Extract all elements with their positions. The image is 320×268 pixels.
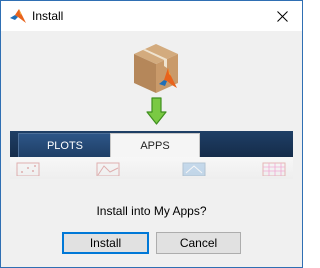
install-button[interactable]: Install xyxy=(62,232,149,254)
surface-plot-icon xyxy=(182,162,206,176)
area-plot-icon xyxy=(96,162,120,176)
title-bar: Install xyxy=(1,1,302,31)
install-dialog: Install PLOTS APPS Install into My Apps?… xyxy=(0,0,303,268)
toolstrip-tabs: PLOTS APPS xyxy=(10,131,293,157)
package-box-icon xyxy=(134,44,178,93)
mesh-plot-icon xyxy=(262,162,286,176)
tab-apps-label: APPS xyxy=(140,139,170,152)
toolstrip-ribbon xyxy=(10,157,293,179)
cancel-button[interactable]: Cancel xyxy=(156,232,241,254)
close-icon xyxy=(276,10,288,22)
tab-apps[interactable]: APPS xyxy=(110,133,200,157)
window-title: Install xyxy=(32,9,64,23)
close-button[interactable] xyxy=(262,1,302,31)
down-arrow-icon xyxy=(146,97,167,125)
tab-plots-label: PLOTS xyxy=(46,139,84,152)
tab-plots[interactable]: PLOTS xyxy=(18,133,112,157)
install-question: Install into My Apps? xyxy=(96,204,207,218)
matlab-logo-icon xyxy=(10,9,26,23)
dialog-body: PLOTS APPS Install into My Apps? Install… xyxy=(1,31,302,267)
scatter-plot-icon xyxy=(16,162,40,176)
